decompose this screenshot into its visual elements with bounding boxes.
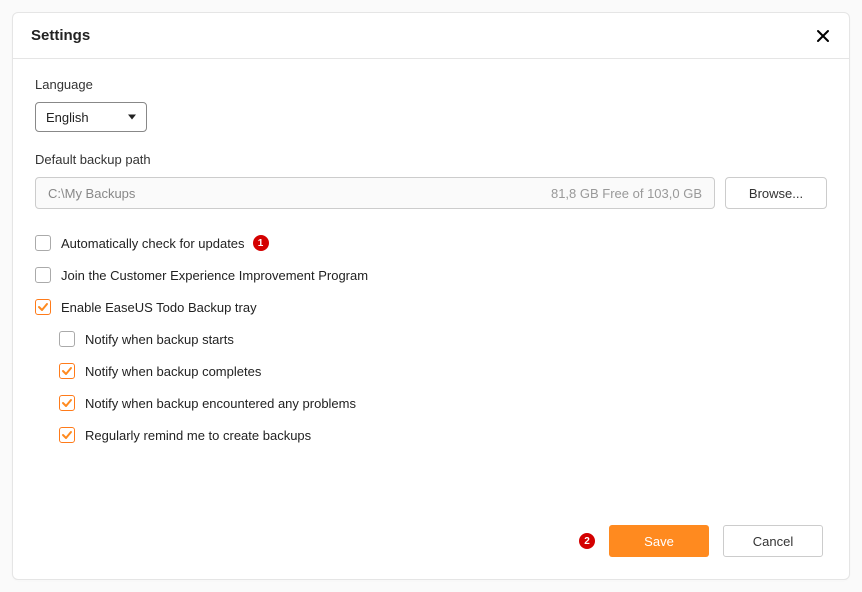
close-icon[interactable] [815, 28, 831, 44]
save-button[interactable]: Save [609, 525, 709, 557]
notify-completes-row: Notify when backup completes [59, 363, 827, 379]
notify-problems-checkbox[interactable] [59, 395, 75, 411]
tray-checkbox[interactable] [35, 299, 51, 315]
notify-starts-checkbox[interactable] [59, 331, 75, 347]
cei-checkbox[interactable] [35, 267, 51, 283]
language-value: English [46, 110, 89, 125]
remind-checkbox[interactable] [59, 427, 75, 443]
backup-path-input[interactable]: C:\My Backups 81,8 GB Free of 103,0 GB [35, 177, 715, 209]
notify-problems-row: Notify when backup encountered any probl… [59, 395, 827, 411]
settings-body: Language English Default backup path C:\… [13, 59, 849, 509]
tray-subchecks: Notify when backup starts Notify when ba… [59, 331, 827, 443]
backup-path-row: C:\My Backups 81,8 GB Free of 103,0 GB B… [35, 177, 827, 209]
language-label: Language [35, 77, 827, 92]
notify-starts-label: Notify when backup starts [85, 332, 234, 347]
cei-row: Join the Customer Experience Improvement… [35, 267, 827, 283]
titlebar: Settings [13, 13, 849, 59]
language-select[interactable]: English [35, 102, 147, 132]
settings-window: Settings Language English Default backup… [12, 12, 850, 580]
callout-badge-2: 2 [579, 533, 595, 549]
backup-path-value: C:\My Backups [48, 186, 135, 201]
remind-row: Regularly remind me to create backups [59, 427, 827, 443]
backup-path-label: Default backup path [35, 152, 827, 167]
notify-completes-label: Notify when backup completes [85, 364, 261, 379]
cei-label: Join the Customer Experience Improvement… [61, 268, 368, 283]
window-title: Settings [31, 27, 90, 44]
tray-label: Enable EaseUS Todo Backup tray [61, 300, 257, 315]
callout-badge-1: 1 [253, 235, 269, 251]
auto-update-checkbox[interactable] [35, 235, 51, 251]
footer: 2 Save Cancel [13, 509, 849, 579]
notify-completes-checkbox[interactable] [59, 363, 75, 379]
tray-row: Enable EaseUS Todo Backup tray [35, 299, 827, 315]
backup-path-free: 81,8 GB Free of 103,0 GB [551, 186, 702, 201]
browse-button[interactable]: Browse... [725, 177, 827, 209]
notify-problems-label: Notify when backup encountered any probl… [85, 396, 356, 411]
auto-update-label: Automatically check for updates [61, 236, 245, 251]
auto-update-row: Automatically check for updates 1 [35, 235, 827, 251]
notify-starts-row: Notify when backup starts [59, 331, 827, 347]
caret-down-icon [128, 115, 136, 120]
remind-label: Regularly remind me to create backups [85, 428, 311, 443]
cancel-button[interactable]: Cancel [723, 525, 823, 557]
